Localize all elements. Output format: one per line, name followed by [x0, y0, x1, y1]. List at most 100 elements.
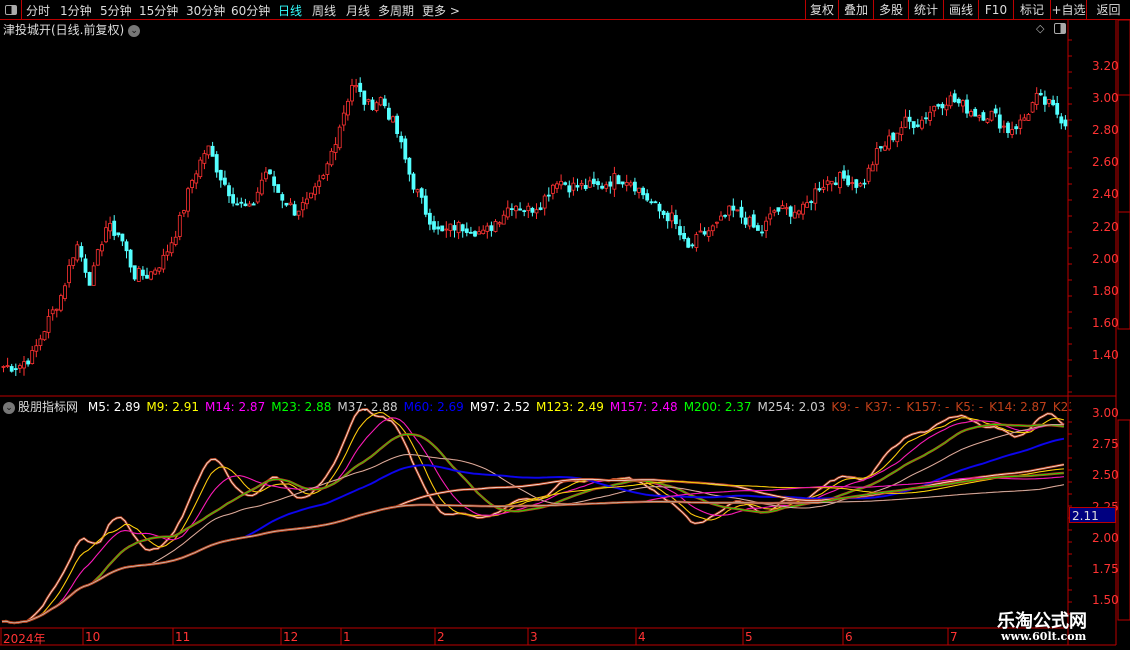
- candle: [165, 251, 170, 256]
- indicator-value: K23: -: [1052, 400, 1071, 414]
- candle: [419, 188, 424, 198]
- candle: [268, 169, 272, 175]
- candle: [842, 170, 846, 179]
- candle: [583, 185, 588, 189]
- candle: [345, 100, 350, 116]
- candle: [1034, 92, 1039, 105]
- candle: [674, 215, 678, 225]
- candle: [715, 221, 719, 224]
- candle: [22, 361, 26, 369]
- candle: [477, 231, 482, 235]
- candle: [944, 104, 949, 111]
- candle: [891, 132, 896, 141]
- candle: [969, 111, 973, 117]
- time-axis-label: 5: [745, 630, 753, 644]
- candle: [218, 169, 223, 181]
- ma-line: [1, 417, 1064, 624]
- candle: [723, 214, 727, 217]
- candle: [382, 98, 387, 107]
- indicator-value: M37: 2.88: [337, 400, 398, 414]
- candle: [432, 221, 436, 230]
- indicator-axis-label: 3.00: [1092, 406, 1119, 420]
- candle: [838, 172, 842, 189]
- candle: [772, 210, 777, 213]
- candle: [854, 179, 859, 188]
- time-axis-label: 12: [283, 630, 299, 644]
- candle: [427, 212, 432, 225]
- candle: [870, 164, 875, 172]
- ma-line: [1, 424, 1064, 624]
- indicator-axis-label: 1.75: [1092, 562, 1119, 576]
- candle: [124, 241, 129, 252]
- candle: [59, 295, 63, 311]
- candle: [874, 148, 879, 165]
- candle: [879, 146, 883, 149]
- candle: [227, 185, 231, 197]
- time-axis-label: 7: [950, 630, 958, 644]
- candle: [1047, 98, 1051, 104]
- candle: [395, 115, 400, 134]
- candle: [452, 225, 457, 231]
- candle: [932, 105, 937, 112]
- kline-chart[interactable]: [0, 0, 1130, 650]
- indicator-name[interactable]: 股朋指标网: [18, 400, 78, 414]
- candle: [210, 145, 215, 157]
- candle: [153, 269, 158, 275]
- chevron-down-icon[interactable]: ⌄: [3, 401, 15, 414]
- candle: [756, 225, 760, 231]
- candle: [243, 203, 248, 207]
- candle: [100, 244, 104, 252]
- candle: [637, 187, 641, 193]
- candle: [866, 167, 871, 182]
- candle: [370, 99, 375, 110]
- candle: [764, 220, 768, 231]
- k-line: [1, 423, 1064, 624]
- candle: [67, 265, 71, 284]
- candle: [157, 267, 162, 272]
- candle: [571, 182, 576, 191]
- candle: [407, 157, 412, 175]
- time-axis-label: 2024年: [3, 632, 46, 646]
- indicator-value: M97: 2.52: [469, 400, 531, 414]
- candle: [899, 127, 904, 135]
- candle: [13, 368, 18, 371]
- candle: [727, 205, 732, 216]
- candle: [399, 135, 404, 143]
- time-axis-label: 11: [175, 630, 191, 644]
- price-axis-label: 1.40: [1092, 348, 1119, 363]
- candle: [997, 114, 1002, 129]
- candle: [362, 90, 367, 105]
- candle: [735, 209, 740, 212]
- indicator-value: K14: 2.87: [989, 400, 1047, 414]
- candle: [903, 116, 908, 128]
- indicator-value: M200: 2.37: [683, 400, 752, 414]
- candle: [104, 227, 108, 243]
- indicator-axis-label: 1.50: [1092, 593, 1119, 608]
- candle: [79, 246, 84, 258]
- candle: [977, 115, 982, 118]
- candle: [702, 231, 707, 235]
- candle: [321, 175, 326, 179]
- candle: [887, 135, 891, 150]
- price-axis-label: 2.20: [1092, 219, 1119, 234]
- candle: [1014, 126, 1019, 130]
- candle: [288, 202, 293, 206]
- candle: [649, 201, 654, 204]
- time-axis-label: 10: [85, 630, 101, 644]
- candle: [181, 210, 186, 214]
- candle: [190, 180, 195, 188]
- candle: [751, 214, 756, 228]
- candle: [456, 221, 461, 234]
- indicator-value: K9: -: [831, 400, 860, 414]
- candle: [194, 173, 199, 184]
- candle: [108, 222, 112, 232]
- candle: [1, 366, 6, 368]
- candle: [1043, 96, 1047, 105]
- indicator-value: M5: 2.89: [87, 400, 141, 414]
- candle: [350, 85, 354, 102]
- candle: [895, 132, 900, 143]
- candle: [1051, 99, 1055, 106]
- candle: [247, 203, 252, 207]
- price-axis-label: 3.00: [1092, 91, 1119, 106]
- candle: [739, 206, 744, 218]
